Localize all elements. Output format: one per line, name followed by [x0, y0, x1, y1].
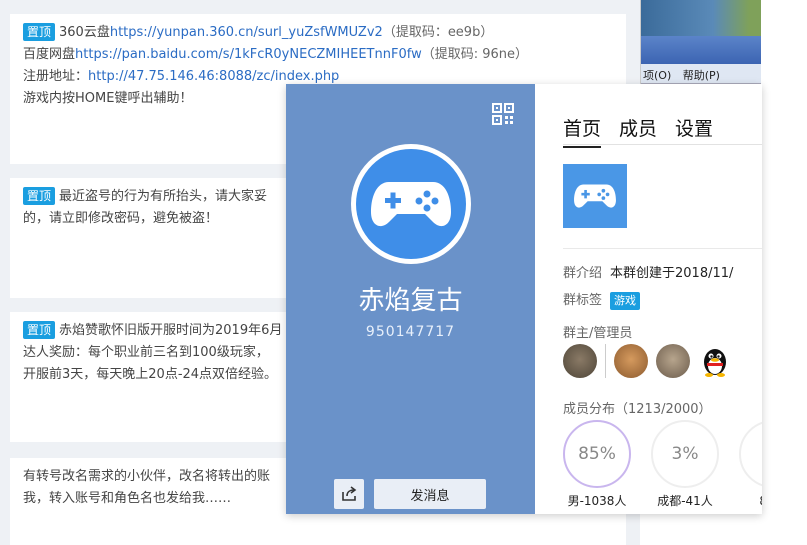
avatar[interactable] — [614, 344, 648, 378]
card-tabs: 首页 成员 设置 — [563, 114, 713, 148]
tab-members[interactable]: 成员 — [619, 114, 657, 148]
admin-separator — [605, 344, 606, 378]
window-titlebar — [641, 36, 761, 64]
share-icon — [342, 486, 357, 501]
distribution-charts: 85% 男-1038人 3% 成都-41人 5 80后 — [563, 420, 762, 509]
avatar[interactable] — [656, 344, 690, 378]
avatar[interactable] — [563, 344, 597, 378]
group-info-card: 赤焰复古 950147717 发消息 首页 成员 设置 群介绍 本群创建于201… — [286, 84, 762, 514]
group-intro-row: 群介绍 本群创建于2018/11/ — [563, 262, 733, 281]
intro-label: 群介绍 — [563, 266, 603, 281]
tab-home[interactable]: 首页 — [563, 114, 602, 148]
distribution-title: 成员分布（1213/2000） — [563, 402, 712, 417]
background-window: 项(O) 帮助(P) — [640, 0, 761, 90]
pinned-badge: 置顶 — [23, 23, 56, 41]
admin-list — [563, 344, 732, 378]
intro-value: 本群创建于2018/11/ — [610, 266, 734, 281]
distribution-item[interactable]: 85% 男-1038人 — [563, 420, 631, 509]
post-text: 赤焰赞歌怀旧版开服时间为2019年6月 — [59, 323, 283, 338]
distribution-item[interactable]: 5 80后 — [739, 420, 762, 509]
group-name: 赤焰复古 — [358, 286, 463, 316]
percent-ring: 5 — [739, 420, 762, 488]
pinned-badge: 置顶 — [23, 187, 56, 205]
tabs-divider — [563, 144, 762, 145]
group-tag-row: 群标签 游戏 — [563, 289, 641, 310]
group-thumbnail[interactable] — [563, 164, 627, 228]
card-profile-panel: 赤焰复古 950147717 发消息 — [286, 84, 535, 514]
tab-settings[interactable]: 设置 — [675, 114, 713, 148]
gamepad-icon — [574, 184, 616, 208]
yunpan-link[interactable]: https://yunpan.360.cn/surl_yuZsfWMUZv2 — [110, 25, 383, 40]
distribution-caption: 成都-41人 — [657, 494, 713, 508]
pinned-badge: 置顶 — [23, 321, 56, 339]
section-divider — [563, 248, 762, 249]
distribution-item[interactable]: 3% 成都-41人 — [651, 420, 719, 509]
post-text: （提取码：ee9b） — [382, 25, 494, 40]
post-text: 注册地址： — [23, 69, 89, 84]
post-line: 百度网盘https://pan.baidu.com/s/1kFcR0yNECZM… — [23, 44, 613, 66]
send-message-button[interactable]: 发消息 — [374, 479, 486, 509]
admins-title: 群主/管理员 — [563, 326, 633, 341]
card-detail-panel: 首页 成员 设置 群介绍本群创建于2018/11/ 群标签游戏 群主/管理员 — [535, 84, 762, 514]
qr-code-icon[interactable] — [492, 103, 514, 125]
register-link[interactable]: http://47.75.146.46:8088/zc/index.php — [88, 69, 339, 84]
group-id: 950147717 — [365, 324, 456, 340]
group-avatar[interactable] — [351, 144, 471, 264]
tag-badge[interactable]: 游戏 — [610, 292, 641, 310]
share-button[interactable] — [334, 479, 364, 509]
tag-label: 群标签 — [563, 293, 603, 308]
post-text: 最近盗号的行为有所抬头，请大家妥 — [59, 189, 268, 204]
menu-item-options[interactable]: 项(O) — [643, 69, 671, 82]
post-text: （提取码: 96ne） — [421, 47, 528, 62]
percent-ring: 85% — [563, 420, 631, 488]
post-line: 置顶 360云盘https://yunpan.360.cn/surl_yuZsfW… — [23, 22, 613, 44]
menu-item-help[interactable]: 帮助(P) — [683, 69, 720, 82]
window-menubar: 项(O) 帮助(P) — [641, 64, 761, 84]
distribution-caption: 男-1038人 — [567, 494, 627, 508]
gamepad-icon — [371, 182, 451, 227]
distribution-caption: 80后 — [739, 492, 762, 509]
qq-penguin-icon[interactable] — [698, 344, 732, 378]
post-text: 360云盘 — [59, 25, 110, 40]
percent-ring: 3% — [651, 420, 719, 488]
post-text: 百度网盘 — [23, 47, 76, 62]
baidu-link[interactable]: https://pan.baidu.com/s/1kFcR0yNECZMIHEE… — [75, 47, 422, 62]
window-image — [641, 0, 761, 36]
